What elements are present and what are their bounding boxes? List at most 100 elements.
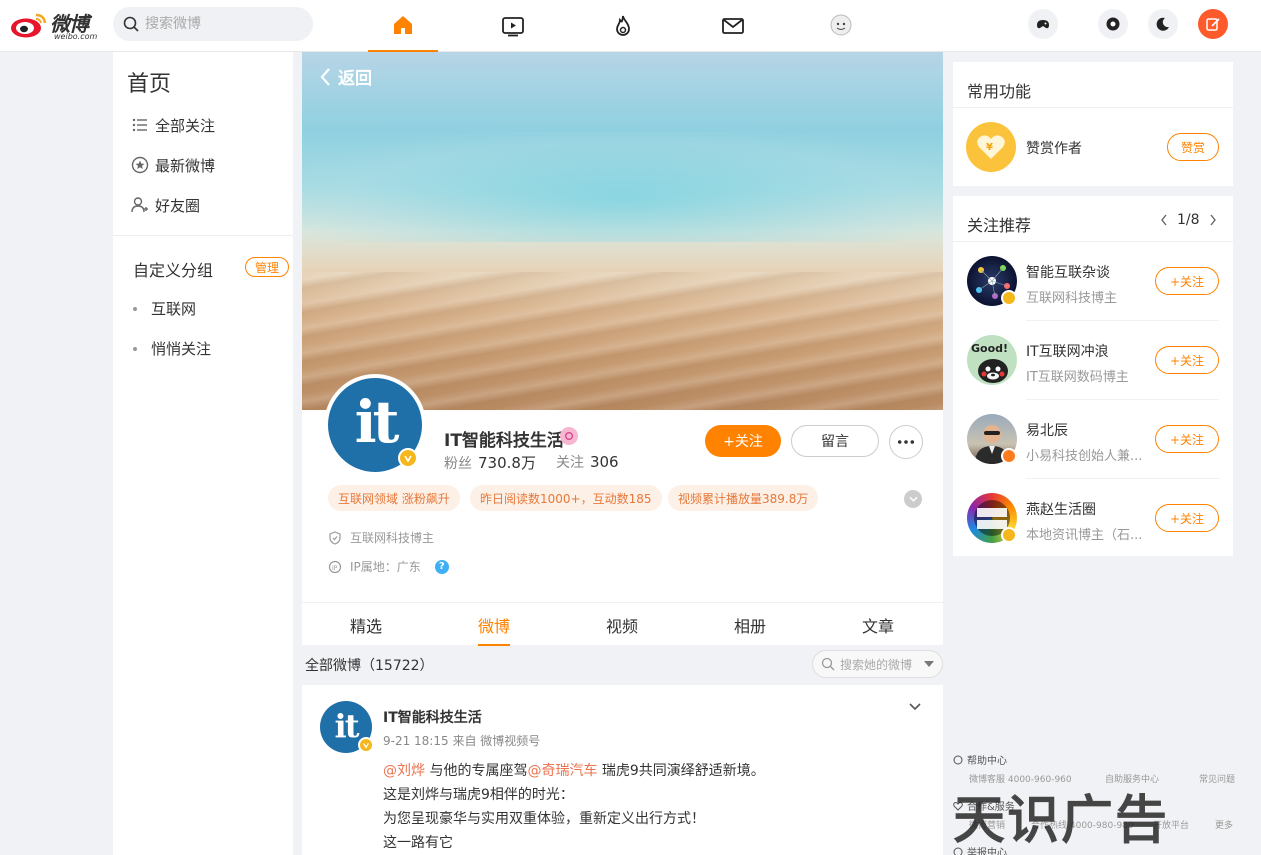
profile-tag[interactable]: 互联网领域 涨粉飙升 [328, 485, 460, 511]
reward-heart-icon[interactable]: ¥ [966, 122, 1016, 172]
manage-groups-button[interactable]: 管理 [245, 257, 289, 277]
sidebar-group-internet[interactable]: 互联网 [133, 298, 196, 319]
sidebar-item-label: 好友圈 [155, 196, 201, 215]
member-badge-icon[interactable] [560, 427, 578, 445]
profile-name: IT智能科技生活 [444, 431, 564, 451]
weibo-search-placeholder: 搜索她的微博 [840, 657, 913, 672]
recommend-follow-button[interactable]: +关注 [1155, 267, 1219, 295]
recommend-name[interactable]: 易北辰 [1026, 420, 1068, 440]
nav-message[interactable] [698, 0, 768, 52]
recommend-follow-button[interactable]: +关注 [1155, 346, 1219, 374]
post-text: 与他的专属座驾 [425, 763, 528, 779]
sidebar-item-friends[interactable]: 好友圈 [131, 194, 200, 216]
weibo-post: it IT智能科技生活 9-21 18:15 来自 微博视频号 @刘烨 与他的专… [302, 685, 943, 855]
avatar-logo-text: it [354, 388, 400, 456]
footer-link[interactable]: 更多 [1215, 818, 1233, 831]
footer-help-heading[interactable]: 帮助中心 [953, 752, 1007, 767]
avatar-icon [830, 14, 852, 36]
footer-help-label: 帮助中心 [967, 756, 1007, 767]
post-text-line: 为您呈现豪华与实用双重体验，重新定义出行方式！ [383, 811, 705, 827]
profile-tag[interactable]: 视频累计播放量389.8万 [668, 485, 819, 511]
home-icon [394, 16, 412, 34]
expand-tags-button[interactable] [904, 490, 922, 508]
weibo-search-box[interactable]: 搜索她的微博 [812, 650, 943, 678]
more-dots-icon [897, 440, 915, 444]
bullet-icon [133, 346, 137, 351]
sidebar-item-label: 全部关注 [155, 116, 216, 135]
profile-cover: 返回 [302, 52, 943, 410]
dark-mode-button[interactable] [1148, 9, 1178, 39]
settings-button[interactable] [1098, 9, 1128, 39]
verified-icon [1001, 290, 1017, 306]
recommend-pager: 1/8 [1159, 212, 1218, 228]
post-author[interactable]: IT智能科技生活 [383, 707, 482, 727]
tab-featured[interactable]: 精选 [302, 603, 430, 646]
profile-tag[interactable]: 昨日阅读数1000+，互动数185 [470, 485, 662, 511]
pager-text: 1/8 [1177, 212, 1200, 228]
common-functions-card: 常用功能 ¥ 赞赏作者 赞赏 [953, 62, 1233, 186]
group-label: 悄悄关注 [151, 340, 212, 358]
dropdown-caret-icon[interactable] [924, 661, 934, 667]
tab-article[interactable]: 文章 [814, 603, 942, 646]
recommend-follow-button[interactable]: +关注 [1155, 425, 1219, 453]
profile-tabs: 精选 微博 视频 相册 文章 [302, 602, 943, 646]
post-text-line: @刘烨 与他的专属座驾@奇瑞汽车 瑞虎9共同演绎舒适新境。 [383, 760, 765, 780]
footer-link[interactable]: 常见问题 [1199, 772, 1235, 785]
compose-button[interactable] [1198, 9, 1228, 39]
group-label: 互联网 [151, 300, 197, 318]
chevron-right-icon[interactable] [1208, 213, 1218, 227]
role-text: 互联网科技博主 [350, 531, 435, 545]
recommend-avatar[interactable]: Good! [967, 335, 1017, 385]
sidebar-group-secret[interactable]: 悄悄关注 [133, 338, 211, 359]
profile-avatar[interactable]: it [324, 374, 426, 476]
leave-message-button[interactable]: 留言 [791, 425, 879, 457]
back-button[interactable]: 返回 [318, 64, 372, 89]
recommend-name[interactable]: 燕赵生活圈 [1026, 499, 1096, 519]
fans-stat[interactable]: 粉丝 730.8万 [444, 452, 536, 473]
search-box[interactable] [113, 7, 313, 41]
verified-icon [1001, 527, 1017, 543]
sidebar-item-latest[interactable]: 最新微博 [131, 154, 215, 176]
avatar-logo-text: it [334, 706, 360, 745]
fans-count: 730.8万 [478, 454, 536, 472]
nav-profile[interactable] [806, 0, 876, 52]
search-input[interactable] [145, 14, 295, 34]
following-stat[interactable]: 关注 306 [556, 452, 619, 473]
mention-link[interactable]: @刘烨 [383, 763, 425, 779]
recommend-desc: 小易科技创始人兼... [1026, 449, 1143, 464]
shield-icon [329, 530, 341, 545]
nav-home[interactable] [368, 0, 438, 52]
tab-video[interactable]: 视频 [558, 603, 686, 646]
sidebar-home[interactable]: 首页 [127, 66, 171, 98]
reward-author-label[interactable]: 赞赏作者 [1026, 138, 1082, 158]
weibo-logo[interactable]: 微博 weibo.com [10, 6, 102, 42]
more-button[interactable] [889, 425, 923, 459]
tab-album[interactable]: 相册 [686, 603, 814, 646]
verified-icon [398, 448, 418, 468]
recommend-follow-button[interactable]: +关注 [1155, 504, 1219, 532]
nav-hot[interactable] [588, 0, 658, 52]
top-bar: 微博 weibo.com [0, 0, 1261, 52]
chevron-left-icon[interactable] [1159, 213, 1169, 227]
custom-group-title: 自定义分组 [133, 261, 214, 280]
bullet-icon [133, 306, 137, 311]
follow-button[interactable]: +关注 [705, 425, 781, 457]
recommend-desc: IT互联网数码博主 [1026, 370, 1129, 385]
list-icon [132, 118, 147, 132]
recommend-name[interactable]: IT互联网冲浪 [1026, 341, 1109, 361]
ip-location-icon: IP [328, 560, 342, 573]
tab-weibo[interactable]: 微博 [430, 603, 558, 646]
reward-button[interactable]: 赞赏 [1167, 133, 1219, 161]
weibo-eye-icon [11, 13, 47, 38]
recommend-desc: 本地资讯博主（石... [1026, 528, 1143, 543]
game-button[interactable] [1028, 9, 1058, 39]
nav-video[interactable] [478, 0, 548, 52]
recommend-name[interactable]: 智能互联杂谈 [1026, 262, 1110, 282]
sidebar-item-all-follow[interactable]: 全部关注 [131, 114, 215, 136]
help-question-icon[interactable]: ? [434, 559, 449, 574]
mention-link[interactable]: @奇瑞汽车 [527, 763, 597, 779]
watermark-text: 天识广告 [953, 791, 1170, 851]
video-icon [502, 17, 524, 37]
page-footer: 帮助中心 微博客服 4000-960-960 自助服务中心 常见问题 合作&服务… [953, 748, 1253, 855]
chevron-down-icon[interactable] [908, 699, 922, 713]
